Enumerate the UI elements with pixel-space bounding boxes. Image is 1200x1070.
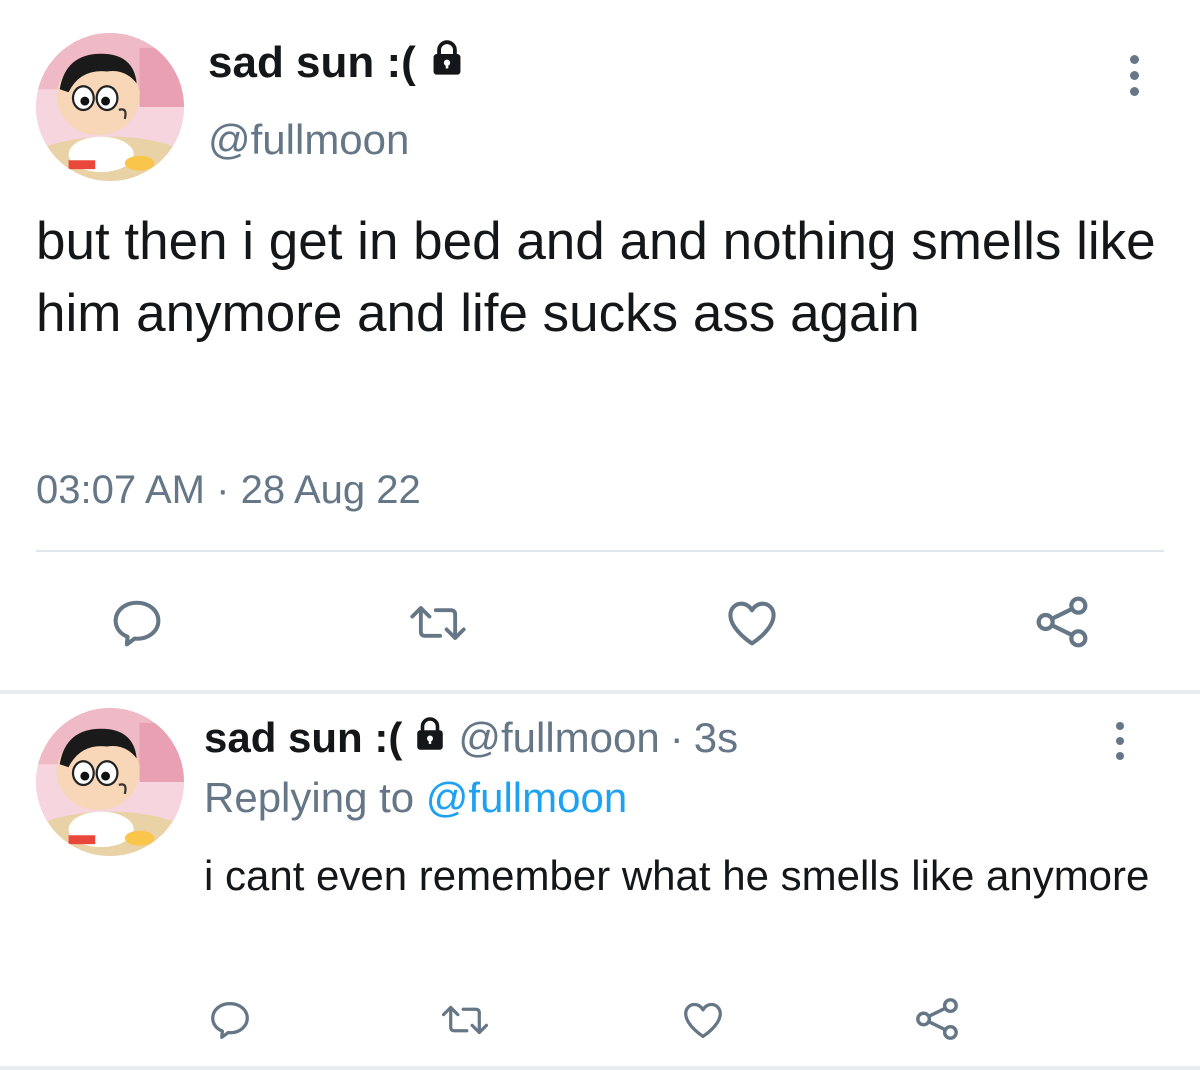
replying-to-link[interactable]: @fullmoon [426, 774, 627, 821]
more-vertical-icon[interactable] [1130, 55, 1139, 96]
reply-handle[interactable]: @fullmoon [458, 714, 659, 762]
tweet-date: 28 Aug 22 [240, 468, 421, 512]
tweet-text: but then i get in bed and and nothing sm… [36, 212, 1156, 343]
divider [36, 550, 1164, 552]
avatar-image [36, 33, 184, 181]
tweet-time: 03:07 AM [36, 468, 206, 512]
bottom-divider [0, 1066, 1200, 1070]
reply-header: sad sun :( @fullmoon · 3s [204, 714, 738, 762]
section-divider [0, 690, 1200, 694]
heart-icon[interactable] [724, 598, 780, 653]
avatar-image [36, 708, 184, 856]
handle[interactable]: @fullmoon [208, 116, 409, 164]
main-tweet: sad sun :( @fullmoon but then i get in b… [0, 0, 1200, 690]
share-icon[interactable] [1034, 594, 1090, 655]
replying-prefix: Replying to [204, 774, 415, 821]
reply-icon[interactable] [110, 598, 164, 653]
display-name-row: sad sun :( [208, 38, 466, 88]
lock-icon [412, 714, 448, 762]
tweet-thread: sad sun :( @fullmoon but then i get in b… [0, 0, 1200, 1070]
reply-icon[interactable] [208, 1000, 252, 1045]
share-icon[interactable] [914, 996, 960, 1047]
replying-to: Replying to @fullmoon [204, 774, 627, 822]
display-name[interactable]: sad sun :( [208, 38, 416, 88]
lock-icon [428, 38, 466, 88]
more-vertical-icon[interactable] [1116, 722, 1124, 760]
reply-display-name[interactable]: sad sun :( [204, 714, 402, 762]
reply-text: i cant even remember what he smells like… [204, 852, 1150, 899]
meta-separator: · [669, 714, 684, 761]
retweet-icon[interactable] [408, 598, 468, 653]
heart-icon[interactable] [680, 1000, 726, 1045]
tweet-timestamp[interactable]: 03:07 AM · 28 Aug 22 [36, 468, 421, 513]
retweet-icon[interactable] [440, 1000, 490, 1045]
avatar[interactable] [36, 33, 184, 181]
reply-time[interactable]: 3s [694, 714, 738, 762]
meta-separator: · [216, 468, 230, 512]
reply-avatar[interactable] [36, 708, 184, 856]
